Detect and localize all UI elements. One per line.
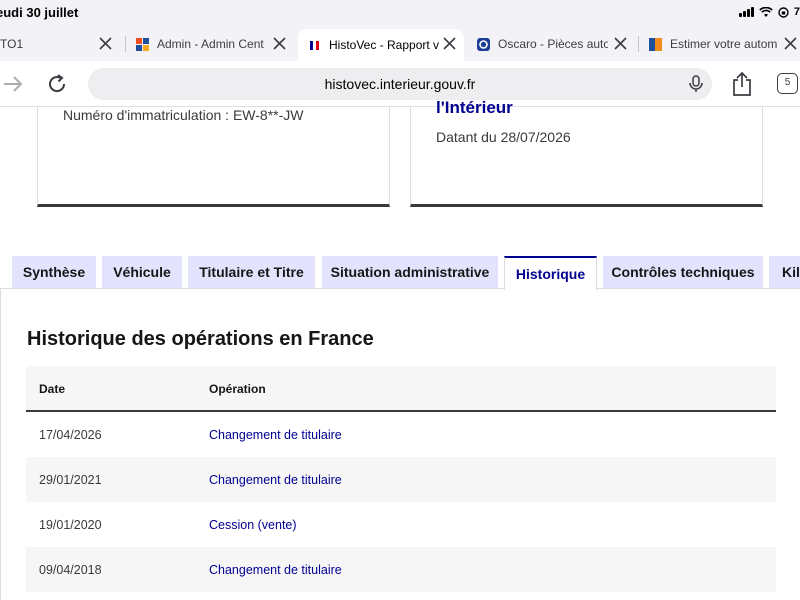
section-title: Historique des opérations en France — [27, 328, 374, 350]
orientation-lock-icon — [778, 6, 789, 18]
table-row: 09/04/2018 Changement de titulaire — [26, 547, 776, 592]
status-indicators: 7 — [738, 6, 800, 18]
tab-vehicule[interactable]: Véhicule — [102, 256, 182, 288]
share-icon[interactable] — [731, 71, 753, 97]
row-operation: Changement de titulaire — [209, 563, 342, 577]
tab-situation-administrative[interactable]: Situation administrative — [322, 256, 498, 288]
report-origin-card: l'Intérieur Datant du 28/07/2026 — [410, 98, 763, 207]
report-date: Datant du 28/07/2026 — [436, 129, 571, 145]
address-toolbar: histovec.interieur.gouv.fr 5 — [0, 61, 800, 107]
column-header-operation: Opération — [209, 382, 266, 396]
status-bar: eudi 30 juillet 7 — [0, 0, 800, 28]
tab-kilometrage[interactable]: Kilo — [769, 256, 800, 288]
tab-title: Oscaro - Pièces auto — [498, 37, 608, 51]
table-row: 19/01/2020 Cession (vente) — [26, 502, 776, 547]
url-field[interactable]: histovec.interieur.gouv.fr — [88, 68, 712, 100]
browser-tab-5[interactable]: Estimer votre autom — [639, 29, 800, 59]
close-icon[interactable] — [99, 37, 112, 50]
microphone-icon[interactable] — [688, 75, 704, 93]
plate-card: Numéro d'immatriculation : EW-8**-JW — [37, 107, 390, 207]
close-icon[interactable] — [614, 37, 627, 50]
wifi-icon — [759, 6, 773, 17]
column-header-date: Date — [39, 382, 66, 396]
table-row: 17/04/2026 Changement de titulaire — [26, 412, 776, 457]
tab-titulaire[interactable]: Titulaire et Titre — [188, 256, 315, 288]
tab-count-button[interactable]: 5 — [777, 73, 798, 94]
row-operation: Changement de titulaire — [209, 428, 342, 442]
oscaro-favicon-icon — [477, 37, 490, 51]
row-date: 29/01/2021 — [39, 473, 102, 487]
tab-title: TO1 — [0, 37, 24, 51]
browser-tab-3[interactable]: HistoVec - Rapport v — [298, 29, 464, 61]
table-row: 29/01/2021 Changement de titulaire — [26, 457, 776, 502]
tab-synthese[interactable]: Synthèse — [12, 256, 96, 288]
browser-tab-strip: TO1 Admin - Admin Cent HistoVec - Rappor… — [0, 28, 800, 61]
browser-tab-4[interactable]: Oscaro - Pièces auto — [467, 29, 635, 59]
report-tabs: Synthèse Véhicule Titulaire et Titre Sit… — [0, 256, 800, 290]
french-flag-icon — [310, 40, 319, 50]
row-operation: Cession (vente) — [209, 518, 297, 532]
tab-historique[interactable]: Historique — [504, 256, 597, 290]
plate-number: Numéro d'immatriculation : EW-8**-JW — [63, 107, 304, 123]
estimate-favicon-icon — [649, 37, 662, 51]
status-time: eudi 30 juillet — [0, 5, 79, 20]
close-icon[interactable] — [443, 37, 456, 50]
row-operation: Changement de titulaire — [209, 473, 342, 487]
history-table: Date Opération 17/04/2026 Changement de … — [26, 366, 776, 592]
history-panel: Historique des opérations en France Date… — [0, 289, 800, 600]
row-date: 17/04/2026 — [39, 428, 102, 442]
table-header: Date Opération — [26, 366, 776, 412]
row-date: 09/04/2018 — [39, 563, 102, 577]
card-heading: l'Intérieur — [436, 98, 513, 117]
browser-tab-1[interactable]: TO1 — [0, 29, 120, 59]
row-date: 19/01/2020 — [39, 518, 102, 532]
admin-favicon-icon — [136, 37, 149, 51]
browser-tab-2[interactable]: Admin - Admin Cent — [126, 29, 294, 59]
url-text: histovec.interieur.gouv.fr — [324, 76, 476, 92]
battery-percent: 7 — [793, 6, 800, 18]
close-icon[interactable] — [273, 37, 286, 50]
forward-arrow-icon[interactable] — [2, 73, 24, 95]
signal-icon — [738, 7, 754, 17]
reload-icon[interactable] — [46, 73, 68, 95]
tab-title: HistoVec - Rapport v — [329, 38, 440, 52]
close-icon[interactable] — [784, 37, 797, 50]
tab-controles-techniques[interactable]: Contrôles techniques — [603, 256, 763, 288]
tab-title: Estimer votre autom — [670, 37, 778, 51]
tab-title: Admin - Admin Cent — [157, 37, 264, 51]
